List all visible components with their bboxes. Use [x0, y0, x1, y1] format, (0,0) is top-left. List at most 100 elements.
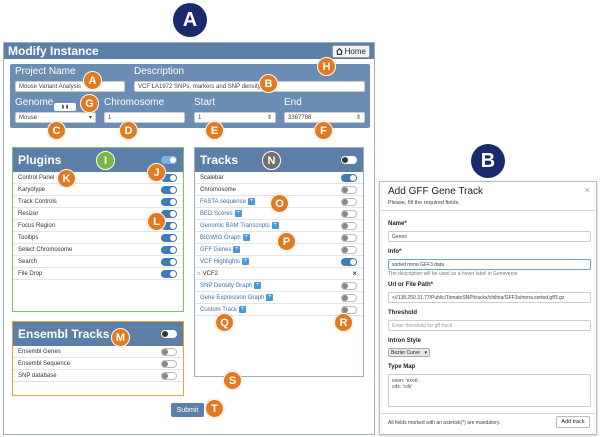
plus-icon[interactable]: + — [233, 246, 241, 253]
plugins-toggle[interactable] — [161, 234, 177, 242]
plugins-item-track-controls: Track Controls — [13, 196, 183, 208]
type-map-textarea[interactable]: exon: 'exon', cds: 'cds' — [388, 374, 591, 407]
tracks-toggle[interactable] — [341, 258, 357, 266]
plugins-toggle[interactable] — [161, 246, 177, 254]
plus-icon[interactable]: + — [242, 234, 250, 241]
ensembl-toggle[interactable] — [161, 348, 177, 356]
ensembl-master-toggle[interactable] — [161, 330, 177, 338]
tracks-item-snp-density-graph: SNP Density Graph + — [195, 280, 363, 292]
close-icon[interactable]: × — [352, 268, 357, 280]
tracks-item-label[interactable]: GFF Genes — [200, 244, 231, 256]
tracks-toggle[interactable] — [341, 294, 357, 302]
tracks-item-label[interactable]: FASTA sequence — [200, 196, 246, 208]
name-input[interactable]: Genes — [388, 231, 591, 242]
plugins-toggle[interactable] — [161, 186, 177, 194]
radio-icon[interactable]: ○ — [197, 268, 201, 280]
plus-icon[interactable]: + — [266, 294, 274, 301]
tracks-item-label[interactable]: BIGWIG Graph — [200, 232, 241, 244]
ensembl-list: Ensembl Genes Ensembl Sequence SNP databas… — [13, 346, 183, 382]
tracks-item-label[interactable]: Gene Expression Graph — [200, 292, 264, 304]
stepper-icon: ⇕ — [355, 115, 361, 121]
genome-options-icons[interactable]: ▮ ▮ — [54, 103, 76, 111]
tracks-item-label[interactable]: Genomic BAM Transcripts — [200, 220, 270, 232]
plugins-toggle[interactable] — [161, 258, 177, 266]
url-input[interactable]: <//138.250.31.77/Public/TomatoSNP/tracks… — [388, 292, 591, 303]
plugins-toggle[interactable] — [161, 270, 177, 278]
badge-g: G — [80, 94, 99, 113]
end-input-value: 3367798 — [288, 115, 312, 121]
threshold-input[interactable]: Enter threshold for gff track — [388, 320, 591, 331]
project-name-input[interactable]: Mouse Variant Analysis — [15, 81, 125, 92]
tracks-toggle[interactable] — [341, 282, 357, 290]
plugins-item-label: Resizer — [18, 210, 39, 217]
plus-icon[interactable]: + — [234, 210, 242, 217]
description-label: Description — [134, 66, 185, 77]
start-label: Start — [194, 97, 216, 108]
ensembl-item-snp-database: SNP database — [13, 370, 183, 382]
callout-a: A — [173, 3, 207, 37]
ensembl-item-label: Ensembl Sequence — [18, 360, 71, 367]
ensembl-header: Ensembl Tracks — [13, 322, 183, 346]
tracks-title: Tracks — [200, 153, 239, 167]
description-input[interactable]: VCF LA1972 SNPs, markers and SNP density — [134, 81, 365, 92]
tracks-toggle[interactable] — [341, 246, 357, 254]
badge-h: H — [317, 57, 336, 76]
tracks-item-label: Scalebar — [200, 174, 224, 181]
badge-l: L — [147, 212, 166, 231]
info-label: Info* — [388, 249, 402, 255]
ensembl-item-ensembl-genes: Ensembl Genes — [13, 346, 183, 358]
home-button[interactable]: Home — [331, 45, 370, 58]
plus-icon[interactable]: + — [242, 258, 250, 265]
type-map-label: Type Map — [388, 364, 416, 370]
intron-style-value: Bezier Curve — [391, 350, 420, 356]
submit-button[interactable]: Submit — [171, 403, 204, 417]
ensembl-toggle[interactable] — [161, 360, 177, 368]
badge-t: T — [205, 399, 224, 418]
plus-icon[interactable]: + — [271, 222, 279, 229]
tracks-master-toggle[interactable] — [341, 156, 357, 164]
plugins-item-label: Search — [18, 258, 38, 265]
plugins-item-select-chromosome: Select Chromosome — [13, 244, 183, 256]
tracks-toggle[interactable] — [341, 174, 357, 182]
tracks-toggle[interactable] — [341, 198, 357, 206]
info-input[interactable]: sorted mrna GFF3 data — [388, 259, 591, 270]
name-label: Name* — [388, 221, 407, 227]
plus-icon[interactable]: + — [254, 282, 262, 289]
tracks-toggle[interactable] — [341, 186, 357, 194]
plugins-item-label: Focus Region — [18, 222, 56, 229]
chromosome-input[interactable]: 1 — [104, 112, 185, 123]
tracks-item-label[interactable]: VCF Highlights — [200, 256, 240, 268]
start-input[interactable]: 1 ⇕ — [194, 112, 276, 123]
badge-n: N — [262, 151, 281, 170]
plugins-item-label: Karyotype — [18, 186, 46, 193]
stepper-icon: ⇕ — [266, 115, 272, 121]
ensembl-toggle[interactable] — [161, 372, 177, 380]
tracks-item-gene-expression-graph: Gene Expression Graph + — [195, 292, 363, 304]
modal-close-icon[interactable]: × — [585, 185, 590, 195]
badge-q: Q — [215, 313, 234, 332]
tracks-toggle[interactable] — [341, 234, 357, 242]
plugins-master-toggle[interactable] — [161, 156, 177, 164]
modal-subtitle: Please, fill the required fields. — [388, 200, 460, 206]
plugins-item-label: File Drop — [18, 270, 43, 277]
intron-style-select[interactable]: Bezier Curve ▾ — [388, 348, 430, 357]
plugins-item-karyotype: Karyotype — [13, 184, 183, 196]
tracks-item-label: VCF2 — [202, 270, 218, 277]
plugins-item-file-drop: File Drop — [13, 268, 183, 280]
tracks-toggle[interactable] — [341, 210, 357, 218]
badge-k: K — [57, 169, 76, 188]
tracks-toggle[interactable] — [341, 222, 357, 230]
badge-e: E — [205, 121, 224, 140]
plugins-item-label: Track Controls — [18, 198, 57, 205]
plus-icon[interactable]: + — [247, 198, 255, 205]
tracks-item-label[interactable]: SNP Density Graph — [200, 280, 252, 292]
tracks-item-label[interactable]: BED Scores — [200, 208, 233, 220]
tracks-item-vcf-highlights: VCF Highlights + — [195, 256, 363, 268]
badge-p: P — [277, 232, 296, 251]
badge-r: R — [334, 313, 353, 332]
plugins-item-label: Select Chromosome — [18, 246, 73, 253]
plugins-toggle[interactable] — [161, 198, 177, 206]
page-title: Modify Instance — [8, 44, 99, 58]
plus-icon[interactable]: + — [239, 306, 247, 313]
add-track-button[interactable]: Add track — [556, 416, 590, 428]
